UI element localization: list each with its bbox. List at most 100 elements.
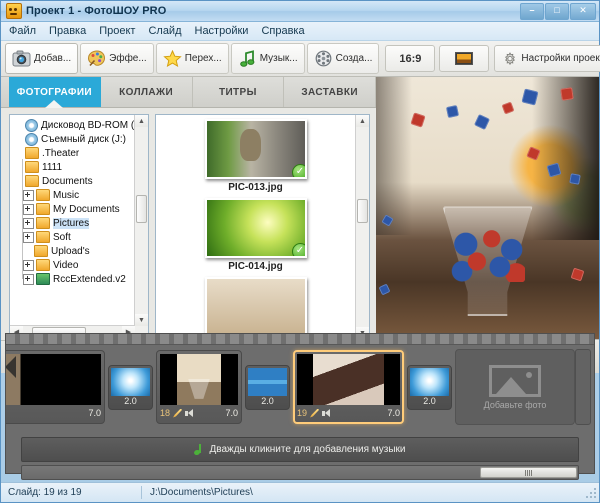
books-icon bbox=[36, 273, 50, 285]
expand-plus-icon[interactable] bbox=[23, 232, 34, 243]
tree-node-soft[interactable]: Soft bbox=[14, 230, 148, 244]
project-settings-button[interactable]: Настройки проекта bbox=[494, 45, 600, 72]
tree-node-bd-rom[interactable]: Дисковод BD-ROM (G:) bbox=[14, 118, 148, 132]
timeline-slide[interactable]: 7.0 bbox=[5, 350, 105, 424]
tree-node-uploads[interactable]: Upload's bbox=[14, 244, 148, 258]
expand-plus-icon[interactable] bbox=[23, 218, 34, 229]
folder-icon bbox=[36, 259, 50, 271]
window-title: Проект 1 - ФотоШОУ PRO bbox=[26, 5, 166, 17]
slide-meta: 18 7.0 bbox=[160, 405, 238, 420]
timeline-slide[interactable]: 18 7.0 bbox=[156, 350, 242, 424]
music-track-bar[interactable]: Дважды кликните для добавления музыки bbox=[21, 437, 579, 462]
tree-node-pictures[interactable]: Pictures bbox=[14, 216, 148, 230]
tree-node-removable-disk[interactable]: Съемный диск (J:) bbox=[14, 132, 148, 146]
tree-node-my-documents[interactable]: My Documents bbox=[14, 202, 148, 216]
file-scroll-thumb[interactable] bbox=[357, 199, 368, 223]
tab-collages[interactable]: КОЛЛАЖИ bbox=[101, 77, 193, 107]
timeline-transition[interactable]: 2.0 bbox=[108, 365, 153, 410]
scroll-up-icon[interactable]: ▲ bbox=[135, 115, 148, 127]
menu-item-slide[interactable]: Слайд bbox=[148, 25, 181, 37]
timeline-transition[interactable]: 2.0 bbox=[407, 365, 452, 410]
sound-speaker-icon[interactable] bbox=[322, 409, 332, 418]
timeline-scroll-thumb[interactable] bbox=[480, 467, 577, 478]
transition-thumbnail bbox=[248, 368, 287, 396]
folder-tree[interactable]: Дисковод BD-ROM (G:) Съемный диск (J:) .… bbox=[10, 115, 148, 339]
film-reel-icon bbox=[314, 50, 333, 67]
create-video-button[interactable]: Созда... bbox=[307, 43, 380, 74]
app-logo-icon bbox=[6, 3, 22, 19]
menu-item-project[interactable]: Проект bbox=[99, 25, 135, 37]
add-photo-label: Добавьте фото bbox=[484, 400, 547, 410]
star-icon bbox=[163, 50, 182, 67]
edit-pencil-icon[interactable] bbox=[310, 409, 319, 418]
tree-scroll-thumb[interactable] bbox=[136, 195, 147, 223]
effects-button[interactable]: Эффе... bbox=[80, 43, 154, 74]
maximize-button[interactable]: □ bbox=[545, 3, 569, 20]
tree-node-label: Upload's bbox=[51, 246, 90, 257]
slide-number: 19 bbox=[297, 408, 307, 418]
expand-plus-icon[interactable] bbox=[23, 274, 34, 285]
tree-node-documents[interactable]: Documents bbox=[14, 174, 148, 188]
music-button[interactable]: Музык... bbox=[231, 43, 305, 74]
file-item[interactable]: PIC-015.jpg bbox=[156, 277, 355, 340]
expand-plus-icon[interactable] bbox=[23, 260, 34, 271]
tab-titles-label: ТИТРЫ bbox=[219, 87, 257, 98]
background-button[interactable] bbox=[439, 45, 489, 72]
dice-icon bbox=[569, 174, 581, 186]
preview-viewport[interactable] bbox=[376, 77, 599, 340]
timeline-transition[interactable]: 2.0 bbox=[245, 365, 290, 410]
transition-duration: 2.0 bbox=[410, 396, 449, 407]
tab-titles[interactable]: ТИТРЫ bbox=[193, 77, 285, 107]
file-item[interactable]: ✓ PIC-014.jpg bbox=[156, 198, 355, 272]
resize-grip-icon[interactable] bbox=[584, 486, 597, 499]
dice-icon bbox=[571, 268, 585, 282]
tree-node-label: Music bbox=[53, 190, 79, 201]
timeline-slide-selected[interactable]: 19 7.0 bbox=[293, 350, 404, 424]
slide-meta: 7.0 bbox=[5, 405, 101, 420]
transitions-button[interactable]: Перех... bbox=[156, 43, 229, 74]
menu-item-edit[interactable]: Правка bbox=[49, 25, 86, 37]
expand-plus-icon[interactable] bbox=[23, 190, 34, 201]
scroll-down-icon[interactable]: ▼ bbox=[135, 314, 148, 326]
tree-node-rccextended[interactable]: RccExtended.v2 bbox=[14, 272, 148, 286]
tab-photos[interactable]: ФОТОГРАФИИ bbox=[9, 77, 101, 107]
scroll-up-icon[interactable]: ▲ bbox=[356, 115, 369, 127]
file-item[interactable]: ✓ PIC-013.jpg bbox=[156, 119, 355, 193]
preview-shade-left bbox=[376, 77, 412, 235]
expand-plus-icon[interactable] bbox=[23, 204, 34, 215]
file-thumbnail[interactable]: ✓ bbox=[205, 198, 307, 258]
folder-icon bbox=[25, 147, 39, 159]
tree-node-label: Pictures bbox=[53, 218, 89, 229]
file-list-panel[interactable]: ✓ PIC-013.jpg ✓ PIC-014.jpg bbox=[155, 114, 370, 340]
image-placeholder-icon bbox=[489, 365, 541, 397]
add-photos-button[interactable]: Добав... bbox=[5, 43, 78, 74]
aspect-ratio-button[interactable]: 16:9 bbox=[385, 45, 435, 72]
close-button[interactable]: ✕ bbox=[570, 3, 596, 20]
tree-node-label: 1111 bbox=[42, 162, 62, 173]
background-icon bbox=[455, 52, 473, 65]
slide-duration: 7.0 bbox=[387, 408, 400, 418]
tree-vertical-scrollbar[interactable]: ▲ ▼ bbox=[134, 115, 148, 326]
tree-node-1111[interactable]: 1111 bbox=[14, 160, 148, 174]
tree-node-label: Soft bbox=[53, 232, 71, 243]
main-toolbar: Добав... Эффе... Перех... bbox=[1, 41, 599, 77]
menu-item-settings[interactable]: Настройки bbox=[195, 25, 249, 37]
tab-collages-label: КОЛЛАЖИ bbox=[119, 87, 173, 98]
tree-node-label: My Documents bbox=[53, 204, 120, 215]
minimize-button[interactable]: – bbox=[520, 3, 544, 20]
menu-item-file[interactable]: Файл bbox=[9, 25, 36, 37]
file-thumbnail[interactable]: ✓ bbox=[205, 119, 307, 179]
add-photo-placeholder[interactable]: Добавьте фото bbox=[455, 349, 575, 425]
slide-number: 18 bbox=[160, 408, 170, 418]
sound-speaker-icon[interactable] bbox=[185, 409, 195, 418]
file-list-scrollbar[interactable]: ▲ ▼ bbox=[355, 115, 369, 339]
tab-intros[interactable]: ЗАСТАВКИ bbox=[284, 77, 376, 107]
timeline-horizontal-scrollbar[interactable] bbox=[21, 465, 579, 480]
menu-item-help[interactable]: Справка bbox=[261, 25, 304, 37]
timeline-track: 7.0 2.0 18 7.0 bbox=[6, 345, 594, 429]
edit-pencil-icon[interactable] bbox=[173, 409, 182, 418]
file-thumbnail[interactable] bbox=[205, 277, 307, 337]
tree-node-video[interactable]: Video bbox=[14, 258, 148, 272]
tree-node-music[interactable]: Music bbox=[14, 188, 148, 202]
tree-node-theater[interactable]: .Theater bbox=[14, 146, 148, 160]
